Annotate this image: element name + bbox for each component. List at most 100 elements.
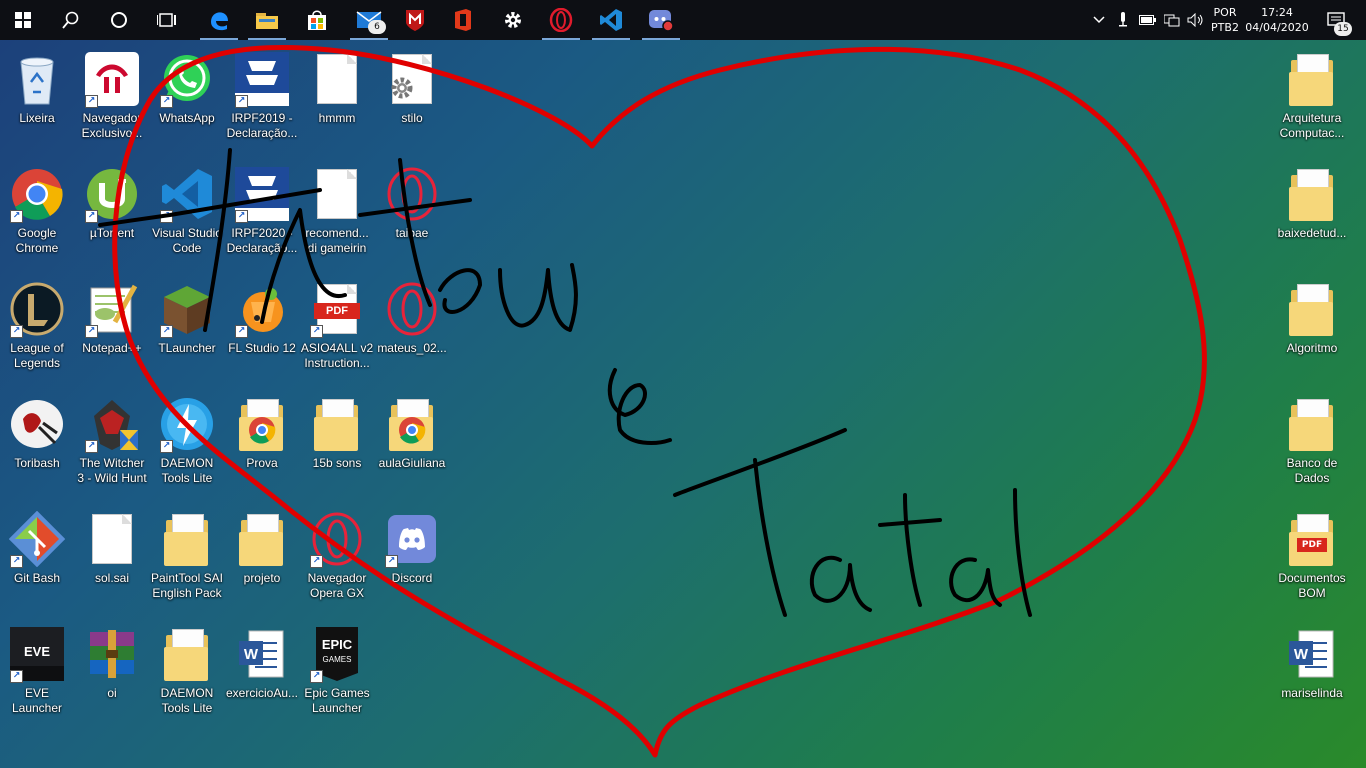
volume-icon[interactable] — [1184, 0, 1208, 40]
clock[interactable]: 17:24 04/04/2020 — [1242, 0, 1312, 40]
desktop-icon-asio4all-v2-instruction[interactable]: PDF ↗ ASIO4ALL v2 Instruction... — [300, 272, 374, 384]
desktop-icon-label: taibae — [395, 226, 429, 240]
desktop-icon-mateus-02[interactable]: mateus_02... — [375, 272, 449, 384]
mcafee-icon — [404, 8, 426, 32]
network-icon[interactable] — [1160, 0, 1184, 40]
desktop-icon-navegador-opera-gx[interactable]: ↗ Navegador Opera GX — [300, 502, 374, 614]
input-language[interactable]: POR PTB2 — [1208, 0, 1242, 40]
svg-text:W: W — [1294, 646, 1309, 663]
league-of-legends-icon: ↗ — [8, 280, 66, 338]
desktop-icon-mariselinda[interactable]: Wmariselinda — [1275, 617, 1349, 729]
blank-file-icon — [92, 514, 132, 564]
task-view-icon — [157, 12, 177, 28]
desktop-icon-daemon-tools-lite[interactable]: ↗ DAEMON Tools Lite — [150, 387, 224, 499]
chrome-icon: ↗ — [8, 165, 66, 223]
shortcut-arrow-icon: ↗ — [85, 95, 98, 108]
desktop-icon-arquitetura-computac[interactable]: Arquitetura Computac... — [1275, 42, 1349, 154]
desktop-icon-exercicioau[interactable]: WexercicioAu... — [225, 617, 299, 729]
shortcut-arrow-icon: ↗ — [160, 95, 173, 108]
desktop-icon-hmmm[interactable]: hmmm — [300, 42, 374, 154]
desktop-icon-label: exercicioAu... — [225, 686, 299, 700]
desktop-icon-toribash[interactable]: Toribash — [0, 387, 74, 499]
taskbar-mcafee-button[interactable] — [392, 0, 438, 40]
desktop-icon-league-of-legends[interactable]: ↗ League of Legends — [0, 272, 74, 384]
desktop-icon-label: Navegador Opera GX — [307, 571, 367, 600]
desktop-icon-notepad[interactable]: ↗ Notepad++ — [75, 272, 149, 384]
show-hidden-icons-chevron-icon[interactable] — [1088, 0, 1110, 40]
taskbar-file-explorer-button[interactable] — [244, 0, 290, 40]
desktop-icon-lixeira[interactable]: Lixeira — [0, 42, 74, 154]
taskbar-store-button[interactable] — [294, 0, 340, 40]
taskbar-office-button[interactable] — [440, 0, 486, 40]
shortcut-arrow-icon: ↗ — [310, 555, 323, 568]
desktop-icon-oi[interactable]: oi — [75, 617, 149, 729]
desktop-icon-algoritmo[interactable]: Algoritmo — [1275, 272, 1349, 384]
taskbar-discord-button[interactable] — [638, 0, 684, 40]
desktop-icon-daemon-tools-lite[interactable]: DAEMON Tools Lite — [150, 617, 224, 729]
desktop-icon-baixedetud[interactable]: baixedetud... — [1275, 157, 1349, 269]
desktop-icon-label: baixedetud... — [1277, 226, 1347, 240]
desktop-icon-taibae[interactable]: taibae — [375, 157, 449, 269]
taskbar-start-button[interactable] — [0, 0, 46, 40]
epic-games-icon: EPIC GAMES ↗ — [308, 625, 366, 683]
desktop-icon-visual-studio-code[interactable]: ↗ Visual Studio Code — [150, 157, 224, 269]
desktop-icon-sol-sai[interactable]: sol.sai — [75, 502, 149, 614]
taskbar-task-view-button[interactable] — [144, 0, 190, 40]
desktop-icon-15b-sons[interactable]: 15b sons — [300, 387, 374, 499]
desktop-icon-the-witcher-3-wild-hunt[interactable]: ↗ The Witcher 3 - Wild Hunt — [75, 387, 149, 499]
desktop-icon-eve-launcher[interactable]: EVE ↗ EVE Launcher — [0, 617, 74, 729]
desktop-icon-git-bash[interactable]: ↗ Git Bash — [0, 502, 74, 614]
keyboard-layout-label: PTB2 — [1211, 21, 1239, 34]
desktop-icon-irpf2020-declara-o[interactable]: ↗ IRPF2020 - Declaração... — [225, 157, 299, 269]
desktop-icon-aulagiuliana[interactable]: aulaGiuliana — [375, 387, 449, 499]
desktop-icon-epic-games-launcher[interactable]: EPIC GAMES ↗ Epic Games Launcher — [300, 617, 374, 729]
shortcut-arrow-icon: ↗ — [160, 440, 173, 453]
shortcut-arrow-icon: ↗ — [10, 670, 23, 683]
desktop-icon-label: projeto — [243, 571, 281, 585]
shortcut-arrow-icon: ↗ — [85, 210, 98, 223]
clock-date: 04/04/2020 — [1245, 21, 1309, 34]
opera-icon: ↗ — [308, 510, 366, 568]
office-icon — [452, 8, 474, 32]
desktop-icon-label: Lixeira — [19, 111, 55, 125]
desktop-icon-projeto[interactable]: projeto — [225, 502, 299, 614]
shortcut-arrow-icon: ↗ — [235, 325, 248, 338]
desktop-icon-torrent[interactable]: ↗ µTorrent — [75, 157, 149, 269]
taskbar-edge-button[interactable] — [196, 0, 242, 40]
taskbar-cortana-button[interactable] — [96, 0, 142, 40]
folder-icon — [308, 395, 366, 453]
desktop-icon-fl-studio-12[interactable]: ↗ FL Studio 12 — [225, 272, 299, 384]
desktop-icon-painttool-sai-english-pack[interactable]: PaintTool SAI English Pack — [150, 502, 224, 614]
shortcut-arrow-icon: ↗ — [310, 670, 323, 683]
taskbar-settings-button[interactable] — [490, 0, 536, 40]
desktop-icon-tlauncher[interactable]: ↗ TLauncher — [150, 272, 224, 384]
desktop-icon-irpf2019-declara-o[interactable]: ↗ IRPF2019 - Declaração... — [225, 42, 299, 154]
desktop-icon-label: sol.sai — [94, 571, 129, 585]
taskbar-search-button[interactable] — [48, 0, 94, 40]
document-icon — [308, 50, 366, 108]
desktop-icon-navegador-exclusivo[interactable]: ↗ Navegador Exclusivo... — [75, 42, 149, 154]
desktop-icon-recomend-di-gameirin[interactable]: recomend... di gameirin — [300, 157, 374, 269]
folder-icon — [1283, 395, 1341, 453]
desktop-icon-google-chrome[interactable]: ↗ Google Chrome — [0, 157, 74, 269]
notification-count-badge: 15 — [1334, 22, 1352, 36]
whatsapp-icon: ↗ — [158, 50, 216, 108]
circle-icon — [110, 11, 128, 29]
irpf-icon: ↗ — [233, 50, 291, 108]
shortcut-arrow-icon: ↗ — [160, 210, 173, 223]
taskbar-opera-button[interactable] — [538, 0, 584, 40]
desktop-icon-documentos-bom[interactable]: PDF Documentos BOM — [1275, 502, 1349, 614]
microphone-icon[interactable] — [1112, 0, 1134, 40]
desktop-icon-banco-de-dados[interactable]: Banco de Dados — [1275, 387, 1349, 499]
shortcut-arrow-icon: ↗ — [85, 440, 98, 453]
battery-icon[interactable] — [1136, 0, 1160, 40]
desktop-icon-label: IRPF2019 - Declaração... — [226, 111, 298, 140]
taskbar-vscode-button[interactable] — [588, 0, 634, 40]
desktop-icon-label: Epic Games Launcher — [304, 686, 370, 715]
desktop-icon-prova[interactable]: Prova — [225, 387, 299, 499]
desktop-icon-discord[interactable]: ↗ Discord — [375, 502, 449, 614]
action-center-button[interactable]: 15 — [1316, 0, 1356, 40]
desktop-icon-whatsapp[interactable]: ↗ WhatsApp — [150, 42, 224, 154]
taskbar-mail-button[interactable]: 6 — [346, 0, 392, 40]
desktop-icon-stilo[interactable]: stilo — [375, 42, 449, 154]
